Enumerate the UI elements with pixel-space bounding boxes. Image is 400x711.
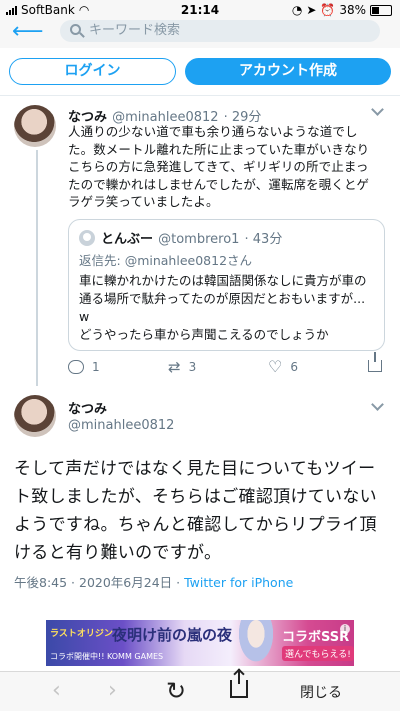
browser-toolbar: ‹ › ↻ 閉じる (0, 670, 400, 711)
top-nav: ⟵ キーワード検索 (0, 20, 400, 48)
reply-prefix: 返信先: (79, 253, 121, 268)
back-arrow-icon[interactable]: ⟵ (12, 20, 44, 44)
ad-info-icon[interactable]: i (340, 624, 350, 634)
battery-percent: 38% (339, 3, 366, 17)
reply-to-handle: @minahlee0812さん (124, 253, 253, 268)
share-icon (368, 352, 382, 372)
ad-character-image (236, 620, 276, 666)
location-icon: ➤ (306, 3, 317, 17)
tweet-text: 人通りの少ない道で車も余り通らないような道でした。数メートル離れた所に止まってい… (68, 124, 370, 210)
search-placeholder: キーワード検索 (89, 23, 181, 38)
chevron-down-icon[interactable] (371, 103, 384, 116)
auth-bar: ログイン アカウント作成 (0, 48, 400, 96)
reply-icon (68, 360, 84, 374)
battery-icon (370, 4, 392, 16)
status-bar: SoftBank ◠ 21:14 ◔ ➤ ⏰ 38% (0, 0, 400, 20)
heart-icon: ♡ (268, 357, 283, 376)
back-icon[interactable]: ‹ (52, 678, 61, 704)
tweet-text: そして声だけではなく見た目についてもツイート致しましたが、そちらはご確認頂けてい… (14, 459, 377, 563)
share-icon[interactable] (230, 670, 248, 698)
login-button[interactable]: ログイン (9, 58, 176, 85)
reply-action[interactable]: 1 (68, 360, 100, 374)
quoted-header: とんぶー @tombrero1 · 43分 (101, 228, 282, 247)
ad-title: 夜明け前の嵐の夜 (112, 626, 233, 644)
avatar[interactable] (14, 105, 56, 147)
retweet-icon: ⇄ (168, 358, 181, 376)
chevron-down-icon[interactable] (371, 398, 384, 411)
reply-count: 1 (92, 360, 100, 374)
ad-cta: 選んでもらえる! (282, 646, 354, 661)
avatar[interactable] (14, 395, 56, 437)
retweet-action[interactable]: ⇄ 3 (168, 358, 197, 376)
author-handle[interactable]: @minahlee0812 (68, 418, 174, 433)
ad-banner[interactable]: ラストオリジン 夜明け前の嵐の夜 コラボ開催中!! KOMM GAMES コラボ… (46, 620, 354, 666)
thread-line (36, 150, 38, 386)
quoted-text: 車に轢かれかけたのは韓国語関係なしに貴方が車の通る場所で駄弁ってたのが原因だとお… (79, 272, 377, 344)
author-name[interactable]: なつみ (68, 398, 107, 417)
ad-logo: ラストオリジン (50, 629, 113, 639)
quoted-avatar (79, 230, 95, 246)
quoted-line-1: 車に轢かれかけたのは韓国語関係なしに貴方が車の通る場所で駄弁ってたのが原因だとお… (79, 273, 367, 306)
tweet-actions: 1 ⇄ 3 ♡ 6 (68, 352, 388, 380)
like-action[interactable]: ♡ 6 (268, 357, 298, 376)
forward-icon[interactable]: › (108, 678, 117, 704)
search-icon (70, 24, 81, 35)
signup-button[interactable]: アカウント作成 (185, 58, 391, 85)
alarm-icon: ⏰ (320, 3, 336, 17)
tweet-source-link[interactable]: Twitter for iPhone (184, 575, 293, 590)
share-action[interactable] (368, 352, 382, 372)
like-count: 6 (290, 360, 298, 374)
quoted-author-handle: @tombrero1 (158, 232, 240, 247)
search-input[interactable]: キーワード検索 (60, 20, 380, 42)
status-right: ◔ ➤ ⏰ 38% (292, 3, 392, 17)
ad-subtitle: コラボ開催中!! KOMM GAMES (50, 652, 164, 661)
reply-to-line: 返信先: @minahlee0812さん (79, 250, 252, 269)
quoted-line-2: w (79, 309, 90, 324)
tweet-timestamp: 午後8:45 · 2020年6月24日 · (14, 575, 185, 590)
close-button[interactable]: 閉じる (300, 682, 342, 702)
reload-icon[interactable]: ↻ (166, 678, 186, 704)
quoted-author-name: とんぶー (101, 232, 154, 247)
quoted-time: · 43分 (244, 232, 283, 247)
quoted-tweet[interactable]: とんぶー @tombrero1 · 43分 返信先: @minahlee0812… (68, 219, 385, 351)
tweet-meta: 午後8:45 · 2020年6月24日 · Twitter for iPhone (14, 572, 293, 591)
orientation-lock-icon: ◔ (291, 3, 303, 17)
quoted-line-3: どうやったら車から声聞こえるのでしょうか (79, 327, 329, 342)
retweet-count: 3 (188, 360, 197, 374)
